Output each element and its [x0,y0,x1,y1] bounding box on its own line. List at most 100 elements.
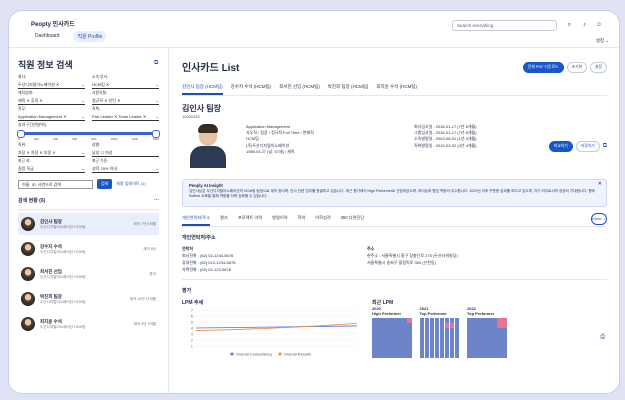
heat-cell [487,353,492,358]
y-tick-label: 1 [191,344,194,349]
bell-icon[interactable]: ♪ [583,22,586,28]
tab-employee-5[interactable]: 최지윤 수석 (HCM팀) [376,82,417,95]
filter-label: 직책: [92,107,101,111]
tab-evaluation[interactable]: 평가 [220,213,228,226]
heat-cell [377,353,382,358]
heat-cell [429,328,434,333]
filter-label: 소속 부서: [92,75,109,79]
heat-cell [419,353,424,358]
heat-cell [467,328,472,333]
reset-button[interactable]: 초기화 [566,62,587,73]
heat-cell [397,328,402,333]
heat-label: Top Performer [419,311,447,316]
heat-cell [449,328,454,333]
more-icon[interactable]: ⋯ [154,197,159,204]
filter-job[interactable]: 직무: Application Management ✕ ⌄ [18,107,85,121]
filter-value: 차장 ✕ 차장 ✕ 부장 ✕ [18,150,56,155]
filter-company[interactable]: 회사: 두산디지털이노베이션 ✕ ⌄ [18,75,85,89]
tab-appointment[interactable]: 발령이력 [272,213,287,226]
nav-dashboard[interactable]: Dashboard [31,31,63,42]
heat-cell [382,343,387,348]
search-icon[interactable]: ⌕ [568,22,571,29]
tab-employee-2[interactable]: 강수지 수석 (HCM팀) [231,82,272,95]
heat-cell [454,343,459,348]
heat-cell [387,338,392,343]
heat-cell [502,348,507,353]
tick: 1000 [110,137,118,141]
external-link-icon[interactable]: ⧉ [603,143,607,150]
insight-title: Peoply AI Insight [189,183,223,188]
filter-title: 직원 정보 검색 [18,60,73,70]
heat-cell [487,318,492,323]
nav-employee-profile[interactable]: 직원 Profile [73,31,107,42]
filter-value: HCM팀 ✕ [92,82,110,87]
pdf-download-button[interactable]: 전체 PDF 다운로드 [522,62,564,73]
filter-value: 질렁 직급 [18,166,34,171]
heat-cell [487,348,492,353]
filter-position[interactable]: 직책: Part Leader ✕ Team Leader ✕ ⌄ [92,107,159,121]
list-item[interactable]: 최서진 선임 두산디지털이노베이션 HCM팀 휴직 [18,263,159,285]
heat-cell [497,318,502,323]
tab-education[interactable]: 학력 [298,213,306,226]
employee-search-input[interactable]: 이름, ID, 사번으로 검색 [18,179,93,189]
tab-employee-3[interactable]: 최서진 선임 (HCM팀) [279,82,320,95]
update-link[interactable]: 최종 업데이트 (1) [116,181,145,187]
heat-cell [449,318,454,323]
heat-cell [372,323,377,328]
filter-label: 최근 과: [18,159,31,163]
tab-contact[interactable]: 개인연락처/주소 [182,213,211,226]
close-icon[interactable]: ✕ [598,182,602,187]
filter-rank[interactable]: 직위: 차장 ✕ 차장 ✕ 부장 ✕ ⌄ [18,143,85,157]
heat-cell [502,338,507,343]
tab-employee-4[interactable]: 박진희 팀장 (HCM팀) [328,82,369,95]
global-search-input[interactable]: Search everything [452,20,557,31]
list-item[interactable]: 김인사 팀장 두산디지털이노베이션 HCM팀 재직 7년 8개월 [18,213,159,235]
filter-recent[interactable]: 최근 과: 질렁 직급 ⌄ [18,159,85,173]
lpm-chart-svg: 7654321 Overall Competency Overall Results [191,308,358,357]
person-tenure: 재직 7년 8개월 [133,221,156,226]
more-button[interactable]: More ⌄ [591,213,607,225]
filter-label: 성과 구간(백분위): [18,123,48,127]
y-tick-label: 3 [191,332,194,337]
chevron-down-icon: ⌄ [81,166,85,171]
filter-criteria[interactable]: 최근 기준: 성적 20% 이내 ⌄ [92,159,159,173]
tab-employee-1[interactable]: 김인사 팀장 (HCM팀) [182,82,223,95]
lpm-range-slider[interactable] [17,130,160,138]
heat-grid [372,318,412,358]
print-icon[interactable]: ⎙ [600,334,605,341]
heat-cell [382,328,387,333]
heat-cell [372,333,377,338]
heat-cell [439,318,444,323]
export-icon[interactable]: ⧉ [154,60,158,67]
employee-id: 10000452 [182,114,200,119]
filter-gender[interactable]: 성별: 남성 ☐ 여성 [92,143,159,157]
list-item[interactable]: 강수지 수석 두산디지털이노베이션 HCM팀 재직 8년 [18,238,159,260]
compare-button[interactable]: 비교하기 [548,141,573,152]
filter-dept[interactable]: 소속 부서: HCM팀 ✕ ⌄ [92,75,159,89]
heat-cell [424,318,429,323]
heat-cell [387,348,392,353]
phone-line: 자택전화 : (82) 02-123-5678 [182,267,231,272]
heat-cell [407,338,412,343]
tick: 800 [91,137,97,141]
list-item[interactable]: 최지윤 수석 두산디지털이노베이션 HCM팀 재직 4년 3개월 [18,313,159,335]
heat-cell [372,348,377,353]
y-tick-label: 4 [191,326,194,331]
tab-project[interactable]: 프로젝트 이력 [238,213,262,226]
filter-type[interactable]: 사원유형: 정규직 ✕ 인턴 ✕ ⌄ [92,91,159,105]
tab-360[interactable]: 360 다면진단 [341,213,365,226]
list-item[interactable]: 박진희 팀장 두산디지털이노베이션 HCM팀 재직 10년 11개월 [18,288,159,310]
tab-language[interactable]: 어학성적 [315,213,330,226]
settings-button[interactable]: 설정 [590,62,607,73]
employee-dates: 회사입사일 : 2016-01-17 (7년 8개월) 그룹입사일 : 2016… [414,124,477,176]
address-column-header: 주소 [367,246,375,251]
heat-cell [387,333,392,338]
save-button[interactable]: 저장하기 [575,141,600,152]
settings-menu[interactable]: 설정 ⌄ [596,38,609,44]
heat-cell [377,328,382,333]
heat-grid [467,318,507,358]
filter-status[interactable]: 재직상태: 재직 ✕ 휴직 ✕ ⌄ [18,91,85,105]
search-button[interactable]: 검색 [97,179,113,189]
heat-cell [477,333,482,338]
user-icon[interactable]: ☺ [596,22,602,28]
